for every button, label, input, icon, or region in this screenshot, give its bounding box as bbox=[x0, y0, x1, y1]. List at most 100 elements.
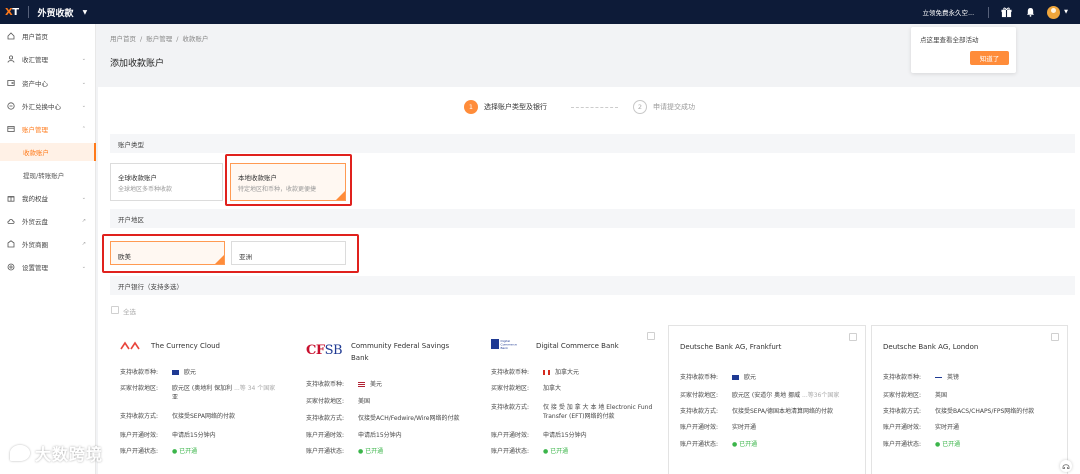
chevron-down-icon: ⌄ bbox=[81, 56, 86, 62]
row-label: 账户开通时效: bbox=[491, 432, 530, 439]
sidebar-item-benefits[interactable]: 我的权益 ⌄ bbox=[0, 189, 96, 207]
time-value: 实时开通 bbox=[732, 424, 757, 431]
chevron-up-icon: ⌃ bbox=[81, 126, 86, 132]
help-icon[interactable] bbox=[1060, 460, 1072, 472]
sidebar-item-label: 外贸商圈 bbox=[22, 241, 48, 249]
currency-value: 英镑 bbox=[935, 372, 959, 381]
app-title[interactable]: 外贸收款 bbox=[38, 6, 74, 19]
sidebar-item-assets[interactable]: 资产中心 ⌄ bbox=[0, 74, 96, 92]
sidebar-item-account-management[interactable]: 账户管理 ⌃ bbox=[0, 120, 96, 138]
status-badge: ● 已开通 bbox=[172, 448, 198, 455]
breadcrumb-current: 收款账户 bbox=[182, 35, 209, 43]
step-1-circle: 1 bbox=[464, 100, 478, 114]
breadcrumb-account-management[interactable]: 账户管理 bbox=[146, 35, 172, 43]
region-value: 加拿大 bbox=[543, 385, 562, 392]
method-value: 仅接受SEPA/德国本地清算网络的付款 bbox=[732, 408, 833, 415]
avatar[interactable] bbox=[1047, 5, 1061, 19]
flag-icon bbox=[358, 382, 365, 387]
sidebar-item-label: 外汇兑换中心 bbox=[22, 103, 61, 111]
option-desc: 全球地区多币种收款 bbox=[118, 186, 173, 193]
cfsb-logo: CFSB bbox=[306, 343, 343, 358]
step-connector bbox=[571, 106, 618, 108]
chevron-down-icon: ⌄ bbox=[81, 264, 86, 270]
status-badge: ● 已开通 bbox=[543, 448, 569, 455]
bank-card-digital-commerce[interactable]: Digital Commerce Bank Digital Commerce Ban… bbox=[481, 325, 664, 474]
row-label: 支持收款方式: bbox=[306, 415, 345, 422]
region-value: 欧元区 (安道尔 奥地 挪威 ...等36个国家 bbox=[732, 392, 840, 399]
sidebar-item-label: 提现/转账账户 bbox=[23, 172, 65, 180]
store-icon bbox=[6, 240, 15, 249]
bank-card-currency-cloud[interactable]: The Currency Cloud 支持收款币种: 欧元 买家付款地区: 欧元… bbox=[110, 325, 294, 474]
time-value: 申请后15分钟内 bbox=[543, 432, 587, 439]
bank-name: Community Federal Savings bbox=[351, 342, 450, 350]
row-label: 买家付款地区: bbox=[120, 385, 159, 392]
bank-name: Deutsche Bank AG, Frankfurt bbox=[680, 343, 782, 351]
sidebar-item-business-circle[interactable]: 外贸商圈 ↗ bbox=[0, 235, 96, 253]
region-value: 英国 bbox=[935, 392, 948, 399]
currency-cloud-logo bbox=[120, 341, 142, 353]
option-global-account[interactable]: 全球收款账户 全球地区多币种收款 bbox=[110, 163, 223, 201]
sidebar-item-withdrawal-accounts[interactable]: 提现/转账账户 bbox=[0, 166, 96, 184]
currency-value: 欧元 bbox=[732, 372, 756, 381]
currency-value: 加拿大元 bbox=[543, 367, 579, 376]
section-region: 开户地区 bbox=[110, 209, 1075, 228]
page-title: 添加收款账户 bbox=[110, 59, 165, 69]
sidebar-item-label: 我的权益 bbox=[22, 195, 48, 203]
bank-name-line2: Bank bbox=[351, 354, 369, 362]
row-label: 买家付款地区: bbox=[491, 385, 530, 392]
row-label: 买家付款地区: bbox=[883, 392, 922, 399]
promo-link[interactable]: 立领免费永久空... bbox=[922, 7, 974, 17]
row-label: 账户开通时效: bbox=[680, 424, 719, 431]
step-indicator: 1 选择账户类型及银行 2 申请提交成功 bbox=[464, 100, 695, 114]
chevron-down-icon: ⌄ bbox=[81, 195, 86, 201]
svg-text:Bank: Bank bbox=[501, 346, 509, 350]
home-icon bbox=[6, 32, 15, 41]
flag-icon bbox=[172, 370, 179, 375]
watermark-logo-icon bbox=[10, 445, 30, 461]
bank-card-deutsche-frankfurt[interactable]: Deutsche Bank AG, Frankfurt 支持收款币种: 欧元 买… bbox=[668, 325, 866, 474]
sidebar-item-fx[interactable]: 外汇兑换中心 ⌄ bbox=[0, 97, 96, 115]
bank-name: The Currency Cloud bbox=[151, 342, 221, 350]
sidebar-item-home[interactable]: 用户首页 bbox=[0, 27, 96, 45]
row-label: 账户开通时效: bbox=[306, 432, 345, 439]
sidebar-item-collection[interactable]: 收汇管理 ⌄ bbox=[0, 50, 96, 68]
time-value: 申请后15分钟内 bbox=[358, 432, 402, 439]
row-label: 账户开通状态: bbox=[306, 448, 345, 455]
bank-card-deutsche-london[interactable]: Deutsche Bank AG, London 支持收款币种: 英镑 买家付款… bbox=[871, 325, 1068, 474]
bell-icon[interactable] bbox=[1023, 5, 1037, 19]
notice-text[interactable]: 点这里查看全部活动 bbox=[920, 34, 979, 44]
row-label: 支持收款方式: bbox=[680, 408, 719, 415]
row-label: 买家付款地区: bbox=[306, 398, 345, 405]
wallet-icon bbox=[6, 79, 15, 88]
app-logo[interactable]: XT bbox=[5, 7, 19, 18]
step-1-label: 选择账户类型及银行 bbox=[484, 103, 547, 111]
step-2-label: 申请提交成功 bbox=[653, 103, 695, 111]
row-label: 账户开通时效: bbox=[883, 424, 922, 431]
watermark: 大数跨境 bbox=[10, 441, 103, 465]
sidebar-item-settings[interactable]: 设置管理 ⌄ bbox=[0, 258, 96, 276]
chevron-down-icon[interactable]: ▼ bbox=[1064, 9, 1068, 15]
breadcrumb-separator: / bbox=[140, 35, 143, 43]
sidebar-item-cloud[interactable]: 外贸云盘 ↗ bbox=[0, 212, 96, 230]
breadcrumb-home[interactable]: 用户首页 bbox=[110, 35, 136, 43]
bank-card-cfsb[interactable]: CFSB Community Federal Savings Bank 支持收款… bbox=[296, 325, 480, 474]
exchange-icon bbox=[6, 102, 15, 111]
sidebar-item-receiving-accounts[interactable]: 收款账户 bbox=[0, 143, 96, 161]
bank-checkbox[interactable] bbox=[647, 332, 655, 340]
external-link-icon: ↗ bbox=[81, 241, 86, 247]
bank-checkbox[interactable] bbox=[849, 333, 857, 341]
sidebar-item-label: 设置管理 bbox=[22, 264, 48, 272]
select-all-checkbox[interactable] bbox=[111, 306, 119, 314]
row-label: 支持收款币种: bbox=[680, 374, 719, 381]
row-label: 账户开通状态: bbox=[120, 448, 159, 455]
sidebar: 用户首页 收汇管理 ⌄ 资产中心 ⌄ 外汇兑换中心 ⌄ 账户管理 ⌃ 收款账户 … bbox=[0, 24, 96, 474]
got-it-button[interactable]: 知道了 bbox=[970, 51, 1009, 65]
select-all-label[interactable]: 全选 bbox=[123, 306, 136, 316]
chevron-down-icon[interactable]: ▼ bbox=[83, 9, 88, 16]
breadcrumb: 用户首页 / 账户管理 / 收款账户 bbox=[110, 33, 212, 43]
row-label: 支持收款方式: bbox=[120, 413, 159, 420]
row-label: 支持收款币种: bbox=[883, 374, 922, 381]
bank-checkbox[interactable] bbox=[1051, 333, 1059, 341]
external-link-icon: ↗ bbox=[81, 218, 86, 224]
gift-icon[interactable] bbox=[999, 5, 1013, 19]
